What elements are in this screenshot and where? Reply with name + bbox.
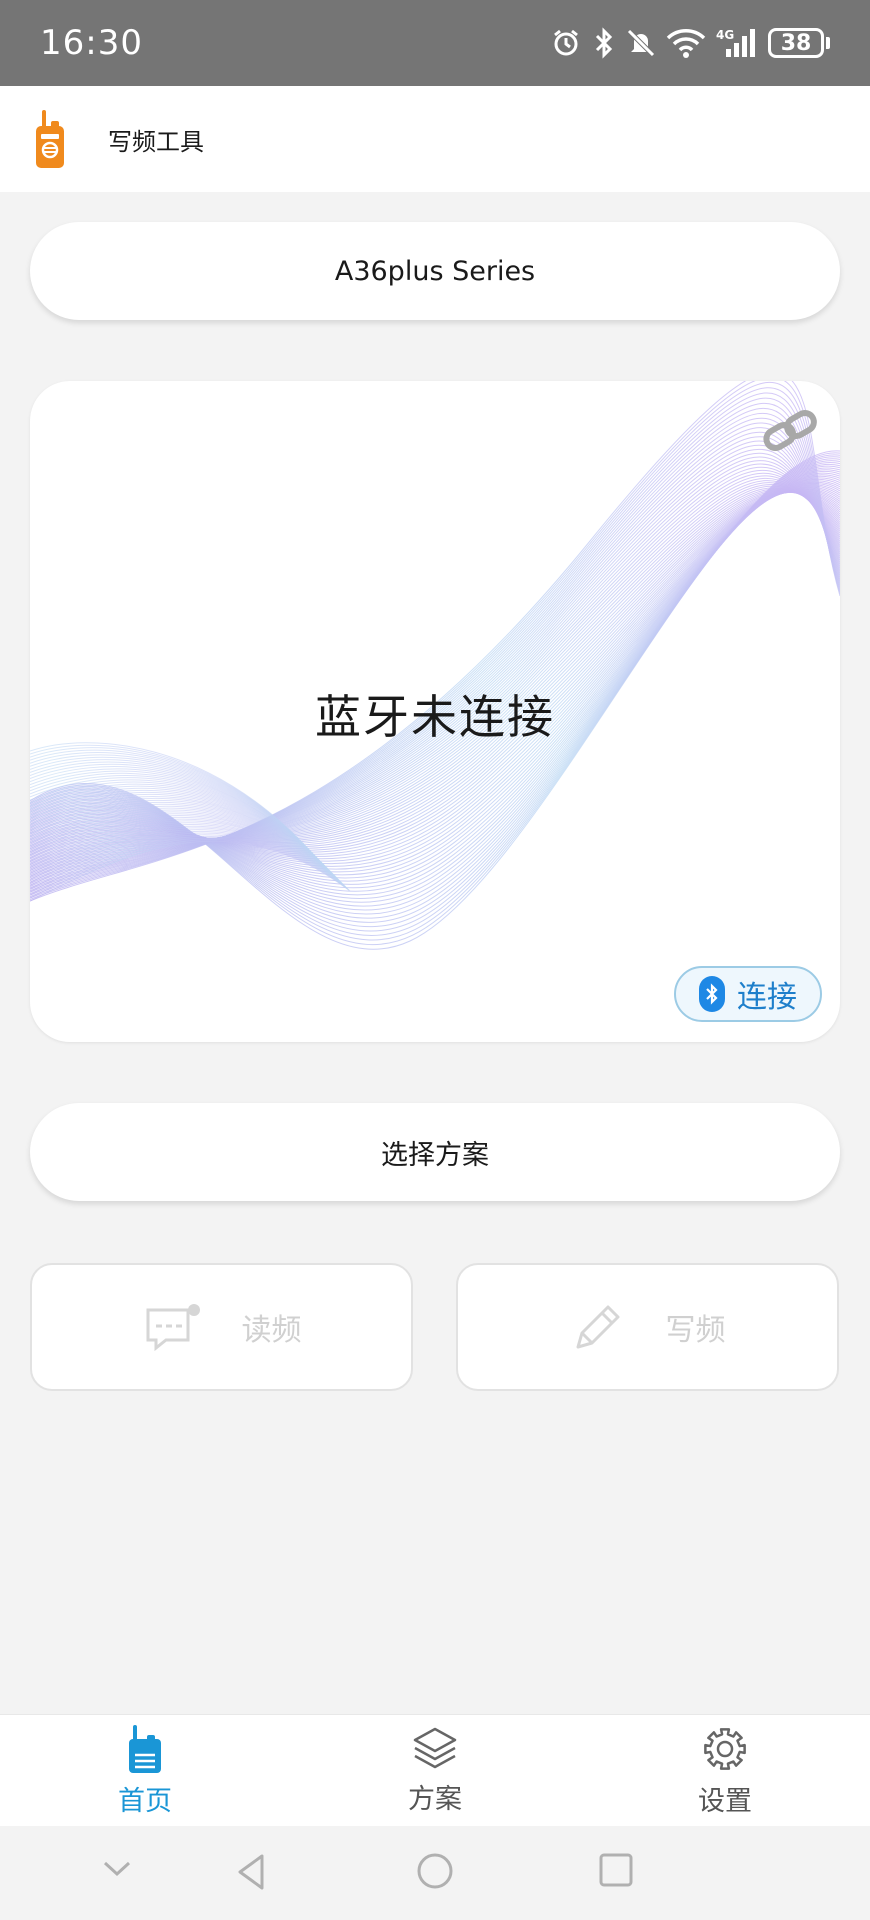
bluetooth-icon xyxy=(699,976,725,1012)
nav-item-home[interactable]: 首页 xyxy=(85,1725,205,1818)
status-icons: 4G 38 xyxy=(550,27,830,59)
status-bar: 16:30 4G 38 xyxy=(0,0,870,86)
connect-label: 连接 xyxy=(737,980,797,1015)
layers-icon xyxy=(413,1727,457,1769)
bottom-nav: 首页 方案 设置 xyxy=(0,1714,870,1826)
message-icon xyxy=(146,1304,200,1352)
walkie-talkie-icon xyxy=(129,1725,161,1773)
nav-label-scheme: 方案 xyxy=(408,1784,462,1815)
model-selector-button[interactable]: A36plus Series xyxy=(30,222,840,320)
nav-item-scheme[interactable]: 方案 xyxy=(375,1725,495,1816)
bluetooth-status-text: 蓝牙未连接 xyxy=(315,690,555,744)
model-selector-label: A36plus Series xyxy=(334,255,536,287)
wifi-icon xyxy=(666,29,706,58)
link-icon[interactable] xyxy=(760,409,822,451)
collapse-chevron-icon[interactable] xyxy=(100,1852,134,1886)
app-title: 写频工具 xyxy=(108,127,204,156)
write-frequency-button[interactable]: 写频 xyxy=(456,1263,839,1391)
cellular-signal-icon: 4G xyxy=(716,28,755,57)
back-icon[interactable] xyxy=(234,1852,268,1892)
system-nav-bar xyxy=(0,1826,870,1920)
alarm-icon xyxy=(554,29,578,56)
nav-item-settings[interactable]: 设置 xyxy=(665,1725,785,1818)
walkie-talkie-icon xyxy=(36,110,64,168)
mute-icon xyxy=(627,29,655,57)
read-frequency-button[interactable]: 读频 xyxy=(30,1263,413,1391)
home-icon[interactable] xyxy=(416,1852,454,1890)
nav-label-settings: 设置 xyxy=(698,1786,752,1817)
gear-icon xyxy=(704,1728,746,1770)
connect-button[interactable]: 连接 xyxy=(674,966,822,1022)
network-type: 4G xyxy=(716,28,734,42)
pencil-icon xyxy=(576,1305,619,1349)
select-scheme-button[interactable]: 选择方案 xyxy=(30,1103,840,1201)
write-frequency-label: 写频 xyxy=(665,1313,726,1348)
bluetooth-status-icon xyxy=(595,27,613,59)
battery-icon: 38 xyxy=(768,28,830,58)
recents-icon[interactable] xyxy=(598,1852,634,1888)
status-time: 16:30 xyxy=(40,23,143,63)
battery-level: 38 xyxy=(768,28,824,58)
nav-label-home: 首页 xyxy=(118,1786,172,1817)
bluetooth-status-card: 蓝牙未连接 连接 xyxy=(30,381,840,1042)
app-bar: 写频工具 xyxy=(0,86,870,192)
select-scheme-label: 选择方案 xyxy=(381,1139,489,1171)
read-frequency-label: 读频 xyxy=(241,1313,302,1348)
